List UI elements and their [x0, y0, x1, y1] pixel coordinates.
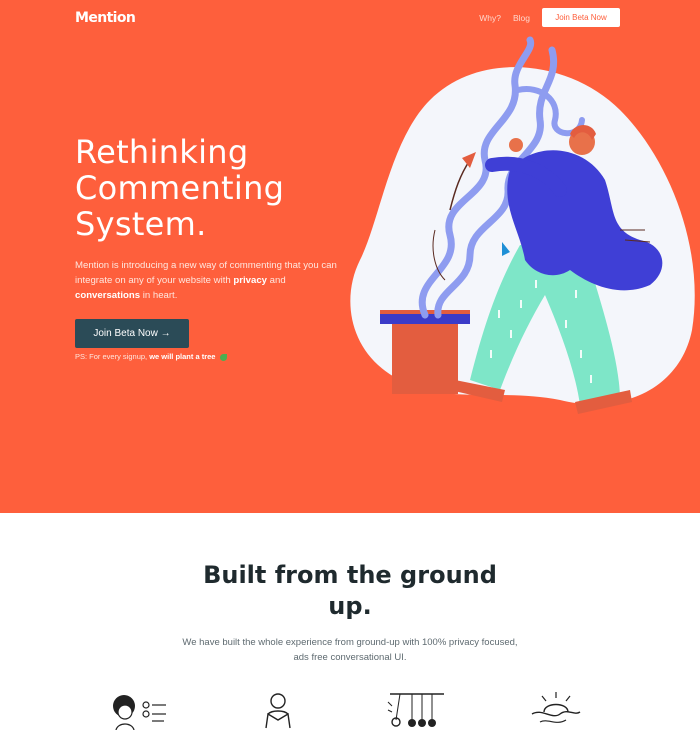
sunrise-icon: [531, 692, 581, 723]
section-title: Built from the ground up.: [150, 560, 550, 622]
section-title-line-2: up.: [328, 592, 372, 620]
tree-icon: [219, 353, 227, 361]
hero-desc-text: Mention is introducing a new way of comm…: [75, 260, 337, 286]
top-nav: Why? Blog Join Beta Now: [479, 8, 620, 27]
hero-illustration: [350, 36, 695, 414]
hero-title-line-1: Rethinking: [75, 133, 249, 171]
newtons-cradle-icon: [387, 693, 444, 727]
hero-desc-conversations: conversations: [75, 290, 141, 301]
hero-ps-note: PS: For every signup, we will plant a tr…: [75, 352, 227, 361]
logo[interactable]: Mention: [75, 10, 136, 26]
hero-title-line-2: Commenting: [75, 169, 285, 207]
figure-hand: [509, 138, 523, 152]
section-description: We have built the whole experience from …: [182, 637, 518, 663]
features-row: [0, 690, 700, 730]
ps-plant-tree: we will plant a tree: [149, 352, 216, 361]
hat-body: [392, 322, 458, 394]
reader-icon: [265, 693, 291, 729]
nav-link-why[interactable]: Why?: [479, 13, 501, 23]
ps-prefix: PS: For every signup,: [75, 352, 150, 361]
hero-description: Mention is introducing a new way of comm…: [75, 258, 340, 303]
hero-title-line-3: System.: [75, 205, 207, 243]
hero-section: Mention Why? Blog Join Beta Now Rethinki…: [0, 0, 700, 513]
nav-link-blog[interactable]: Blog: [513, 13, 530, 23]
person-chat-icon: [113, 695, 166, 730]
join-beta-hero-button[interactable]: Join Beta Now →: [75, 319, 189, 348]
hero-desc-privacy: privacy: [233, 275, 267, 286]
hero-desc-and: and: [267, 275, 286, 286]
section-title-line-1: Built from the ground: [203, 561, 497, 589]
join-beta-nav-button[interactable]: Join Beta Now: [542, 8, 620, 27]
hero-desc-end: in heart.: [140, 290, 178, 301]
